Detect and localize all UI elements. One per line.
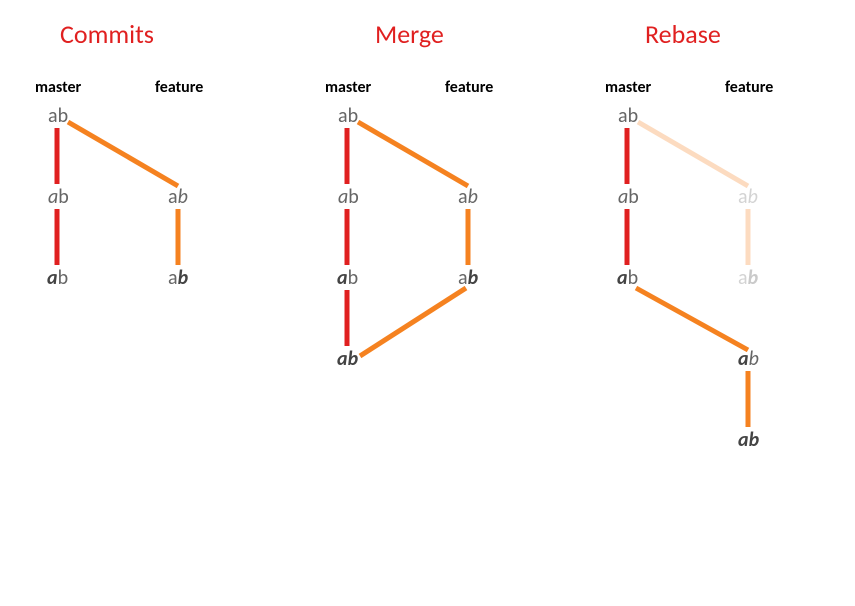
merge-m-2: ab — [338, 187, 359, 207]
merge-master-label: master — [325, 78, 371, 97]
rebase-f-old-1: ab — [738, 187, 758, 207]
title-rebase: Rebase — [645, 18, 721, 50]
rebase-f-new-1: ab — [738, 349, 759, 369]
commits-m-1: ab — [48, 106, 68, 126]
rebase-m-3: ab — [617, 268, 638, 288]
rebase-feature-label: feature — [725, 78, 773, 97]
rebase-m-2: ab — [618, 187, 639, 207]
commits-f-2: ab — [168, 268, 188, 288]
commits-master-label: master — [35, 78, 81, 97]
merge-m-3: ab — [337, 268, 358, 288]
merge-feature-label: feature — [445, 78, 493, 97]
commits-m-3: ab — [47, 268, 68, 288]
commits-f-1: ab — [168, 187, 188, 207]
rebase-m-1: ab — [618, 106, 638, 126]
rebase-f-new-2: ab — [738, 430, 759, 450]
title-merge: Merge — [375, 18, 444, 50]
merge-m-1: ab — [338, 106, 358, 126]
commits-m-2: ab — [48, 187, 69, 207]
merge-f-1: ab — [458, 187, 478, 207]
merge-m-4-merge: ab — [337, 349, 358, 369]
merge-f-2: ab — [458, 268, 478, 288]
rebase-f-old-2: ab — [738, 268, 758, 288]
commits-feature-label: feature — [155, 78, 203, 97]
title-commits: Commits — [60, 18, 154, 50]
rebase-master-label: master — [605, 78, 651, 97]
